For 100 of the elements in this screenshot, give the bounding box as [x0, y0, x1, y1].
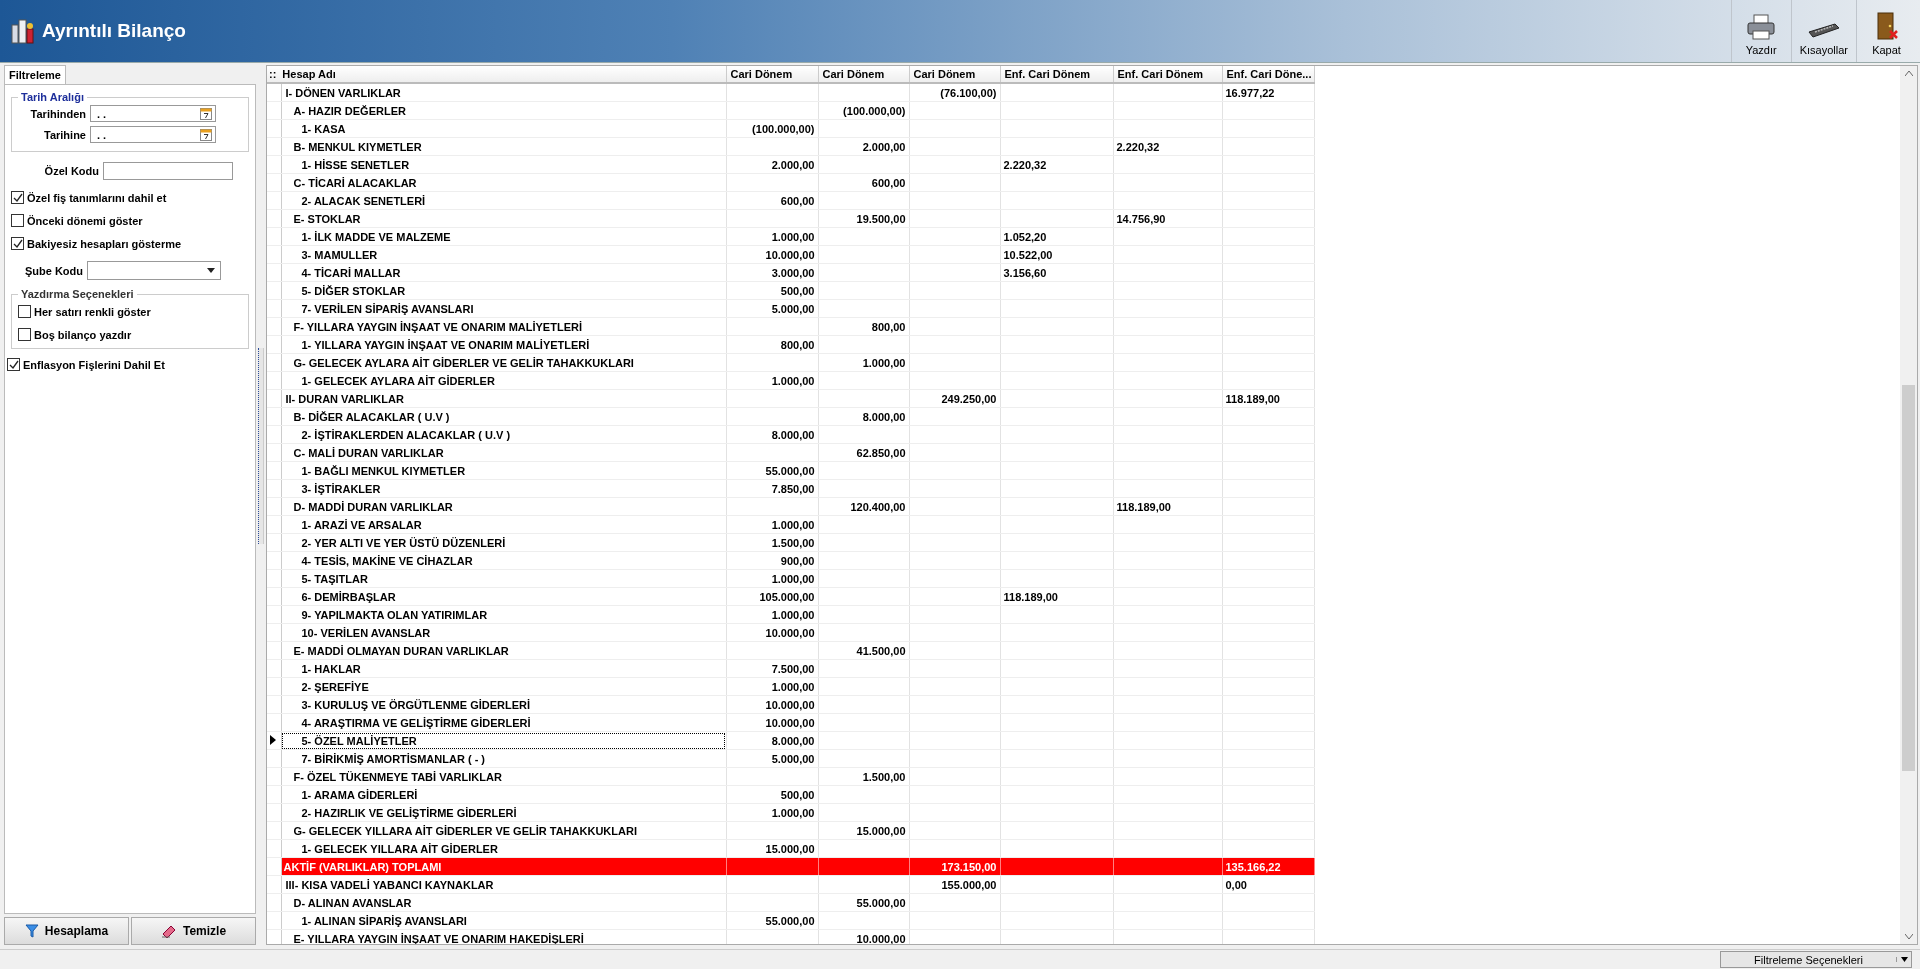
amount: 1.000,00	[771, 518, 815, 531]
scroll-down-icon[interactable]	[1904, 934, 1913, 939]
amount: 1.000,00	[771, 572, 815, 585]
amount: 55.000,00	[765, 914, 815, 927]
date-field[interactable]: . .	[90, 105, 216, 122]
print-button[interactable]: Yazdır	[1730, 0, 1791, 62]
account-name: 1- GELECEK AYLARA AİT GİDERLER	[301, 374, 495, 387]
amount: 3.000,00	[771, 266, 815, 279]
account-name: B- DİĞER ALACAKLAR ( U.V )	[293, 410, 450, 423]
amount: 249.250,00	[941, 392, 997, 405]
account-name: 6- DEMİRBAŞLAR	[301, 590, 396, 603]
checkbox[interactable]	[18, 305, 31, 318]
amount: 2.220,32	[1003, 158, 1047, 171]
amount: 8.000,00	[862, 410, 906, 423]
account-name: 3- KURULUŞ VE ÖRGÜTLENME GİDERLERİ	[301, 698, 531, 711]
checkbox-option[interactable]: Enflasyon Fişlerini Dahil Et	[7, 355, 249, 374]
amount: 800,00	[780, 338, 815, 351]
account-name: G- GELECEK YILLARA AİT GİDERLER VE GELİR TAHAKKUKLARI	[293, 824, 637, 837]
field-label: Tarihine	[43, 128, 86, 141]
account-name: II- DURAN VARLIKLAR	[285, 392, 404, 405]
scroll-up-icon[interactable]	[1904, 71, 1913, 76]
checkbox-option[interactable]: Özel fiş tanımlarını dahil et	[11, 188, 249, 207]
column-header[interactable]: Cari Dönem	[818, 66, 909, 83]
dropdown-arrow-icon	[1900, 957, 1908, 962]
amount: 0,00	[1225, 878, 1247, 891]
checkbox[interactable]	[11, 237, 24, 250]
column-header[interactable]: Cari Dönem	[726, 66, 818, 83]
account-name: 5- TAŞITLAR	[301, 572, 368, 585]
account-name: 4- TESİS, MAKİNE VE CİHAZLAR	[301, 554, 473, 567]
checkbox-option[interactable]: Bakiyesiz hesapları gösterme	[11, 234, 249, 253]
checkbox-option[interactable]: Boş bilanço yazdır	[18, 325, 242, 344]
amount: 10.522,00	[1003, 248, 1053, 261]
amount: 1.000,00	[771, 608, 815, 621]
account-name: III- KISA VADELİ YABANCI KAYNAKLAR	[285, 878, 494, 891]
column-header[interactable]: Hesap Adı	[282, 68, 336, 80]
account-name: 1- İLK MADDE VE MALZEME	[301, 230, 451, 243]
amount: 1.000,00	[771, 680, 815, 693]
checkbox-option[interactable]: Önceki dönemi göster	[11, 211, 249, 230]
column-header[interactable]: Enf. Cari Dönem	[1000, 66, 1113, 83]
close-button[interactable]: Kapat	[1856, 0, 1916, 62]
amount: 1.000,00	[771, 806, 815, 819]
account-name: 1- ARAZİ VE ARSALAR	[301, 518, 422, 531]
account-name: 3- MAMULLER	[301, 248, 378, 261]
amount: 15.000,00	[856, 824, 906, 837]
column-header[interactable]: Cari Dönem	[909, 66, 1000, 83]
account-name: 10- VERİLEN AVANSLAR	[301, 626, 431, 639]
amount: 118.189,00	[1225, 392, 1280, 405]
amount: 8.000,00	[771, 734, 815, 747]
checkbox-option[interactable]: Her satırı renkli göster	[18, 302, 242, 321]
checkbox[interactable]	[18, 328, 31, 341]
row-indicator-icon	[270, 734, 276, 745]
amount: 1.000,00	[862, 356, 906, 369]
amount: 5.000,00	[771, 302, 815, 315]
group-title: Yazdırma Seçenekleri	[20, 288, 135, 300]
filter-options-dropdown[interactable]: Filtreleme Seçenekleri	[1720, 951, 1912, 968]
amount: 10.000,00	[856, 932, 906, 944]
amount: 7.850,00	[771, 482, 815, 495]
column-header[interactable]: Enf. Cari Döne...	[1222, 66, 1314, 83]
account-name: C- MALİ DURAN VARLIKLAR	[293, 446, 444, 459]
amount: 155.000,00	[941, 878, 997, 891]
amount: 10.000,00	[765, 626, 815, 639]
account-name: D- ALINAN AVANSLAR	[293, 896, 412, 909]
checkbox[interactable]	[7, 358, 20, 371]
date-field[interactable]: . .	[90, 126, 216, 143]
amount: 600,00	[871, 176, 906, 189]
account-name: 5- DİĞER STOKLAR	[301, 284, 406, 297]
account-name: F- YILLARA YAYGIN İNŞAAT VE ONARIM MALİYETLERİ	[293, 320, 582, 333]
amount: 15.000,00	[765, 842, 815, 855]
account-name: 5- ÖZEL MALİYETLER	[301, 734, 417, 747]
chart-icon	[10, 17, 36, 45]
shortcuts-button[interactable]: Kısayollar	[1790, 0, 1856, 62]
amount: 2.000,00	[771, 158, 815, 171]
account-name: A- HAZIR DEĞERLER	[293, 104, 406, 117]
special-code-field[interactable]	[103, 162, 233, 180]
account-name: 2- YER ALTI VE YER ÜSTÜ DÜZENLERİ	[301, 536, 506, 549]
branch-code-dropdown[interactable]	[87, 261, 221, 280]
vertical-scrollbar[interactable]	[1900, 66, 1917, 944]
account-name: 2- İŞTİRAKLERDEN ALACAKLAR ( U.V )	[301, 428, 511, 441]
column-header[interactable]: Enf. Cari Dönem	[1113, 66, 1222, 83]
amount: 118.189,00	[1003, 590, 1058, 603]
account-name: E- YILLARA YAYGIN İNŞAAT VE ONARIM HAKEDİŞLERİ	[293, 932, 584, 944]
amount: 2.000,00	[862, 140, 906, 153]
eraser-icon	[160, 924, 177, 938]
calendar-icon	[200, 107, 212, 120]
group-title: Tarih Aralığı	[20, 91, 85, 103]
amount: 1.500,00	[862, 770, 906, 783]
calculate-button[interactable]: Hesaplama	[4, 917, 129, 945]
account-name: B- MENKUL KIYMETLER	[293, 140, 422, 153]
amount: 5.000,00	[771, 752, 815, 765]
clear-button[interactable]: Temizle	[131, 917, 256, 945]
checkbox[interactable]	[11, 191, 24, 204]
splitter-handle[interactable]	[258, 348, 264, 544]
account-name: D- MADDİ DURAN VARLIKLAR	[293, 500, 453, 513]
amount: (100.000,00)	[752, 122, 815, 135]
checkbox[interactable]	[11, 214, 24, 227]
filter-tab[interactable]: Filtreleme	[4, 65, 66, 84]
account-name: G- GELECEK AYLARA AİT GİDERLER VE GELİR TAHAKKUKLARI	[293, 356, 634, 369]
account-name: 1- YILLARA YAYGIN İNŞAAT VE ONARIM MALİYETLERİ	[301, 338, 590, 351]
amount: 1.000,00	[771, 374, 815, 387]
amount: 3.156,60	[1003, 266, 1047, 279]
